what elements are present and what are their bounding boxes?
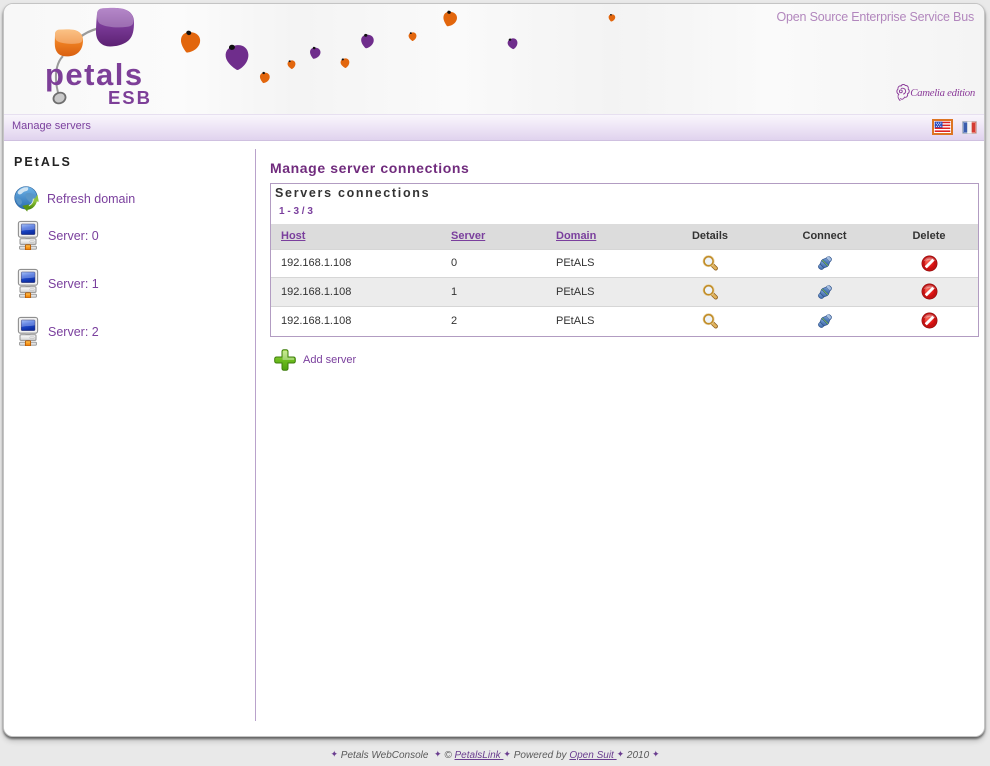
svg-text:ESB: ESB	[108, 87, 152, 108]
